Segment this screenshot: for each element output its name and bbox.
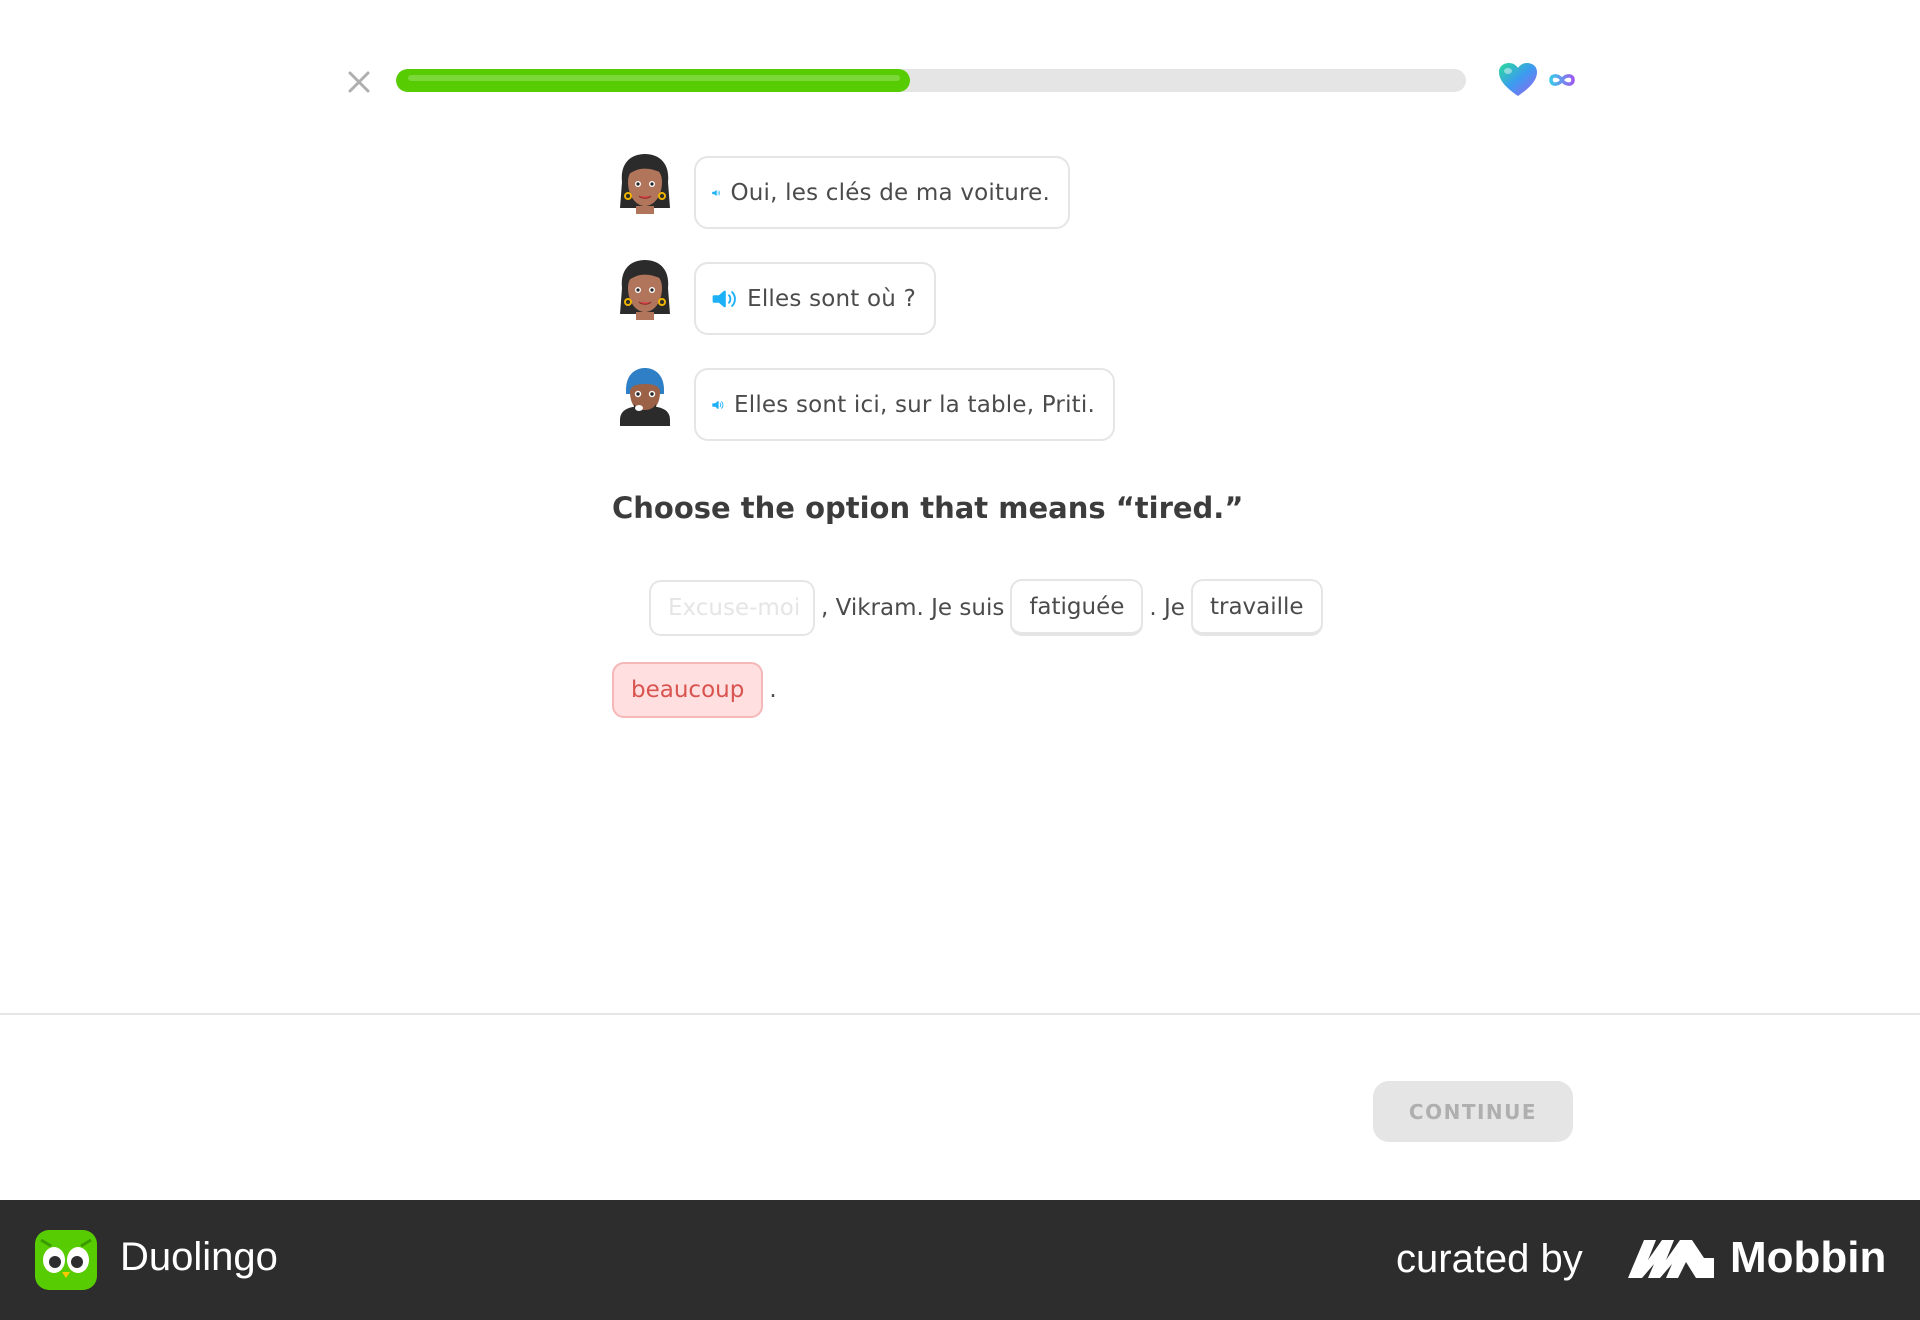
woman-avatar-icon	[620, 154, 670, 214]
dialogue-text: Elles sont ici, sur la table, Priti.	[734, 391, 1095, 418]
mobbin-logo-icon	[1628, 1240, 1714, 1278]
footer-divider	[0, 1013, 1920, 1015]
woman-avatar-icon	[620, 260, 670, 320]
infinity-icon	[1549, 74, 1575, 86]
progress-fill	[396, 69, 910, 92]
heart-icon	[1499, 63, 1537, 96]
sentence-text: .	[769, 677, 777, 703]
word-option-beaucoup[interactable]: beaucoup	[612, 662, 764, 718]
answer-blank[interactable]: Excuse-moi	[649, 579, 815, 636]
continue-button[interactable]: CONTINUE	[1373, 1081, 1573, 1142]
man-avatar-icon	[620, 368, 670, 426]
speech-bubble: Elles sont où ?	[694, 262, 936, 335]
speech-bubble: Elles sont ici, sur la table, Priti.	[694, 368, 1115, 441]
speaker-icon[interactable]	[712, 387, 724, 423]
app-name: Duolingo	[120, 1235, 278, 1279]
word-option-fatiguee[interactable]: fatiguée	[1010, 579, 1144, 636]
sentence-line: beaucoup .	[612, 662, 777, 718]
speech-bubble: Oui, les clés de ma voiture.	[694, 156, 1070, 229]
speaker-icon[interactable]	[712, 175, 721, 211]
curated-by-label: curated by	[1396, 1237, 1583, 1281]
close-button[interactable]	[341, 64, 377, 100]
duolingo-logo-icon	[35, 1230, 97, 1290]
curator-name: Mobbin	[1730, 1233, 1887, 1282]
word-option-travaille[interactable]: travaille	[1190, 579, 1323, 636]
close-icon	[348, 71, 370, 93]
dialogue-text: Elles sont où ?	[747, 285, 916, 312]
exercise-prompt: Choose the option that means “tired.”	[612, 491, 1244, 525]
brand-bar: Duolingo curated by Mobbin	[0, 1200, 1920, 1320]
dialogue-text: Oui, les clés de ma voiture.	[730, 179, 1050, 206]
speaker-icon[interactable]	[712, 281, 737, 317]
hearts-indicator[interactable]: ∞	[1497, 62, 1577, 98]
sentence-text: . Je	[1149, 594, 1185, 621]
sentence-text: , Vikram. Je suis	[821, 594, 1005, 621]
sentence-line: Excuse-moi , Vikram. Je suis fatiguée . …	[649, 578, 1323, 637]
lesson-progress-bar	[396, 69, 1466, 92]
